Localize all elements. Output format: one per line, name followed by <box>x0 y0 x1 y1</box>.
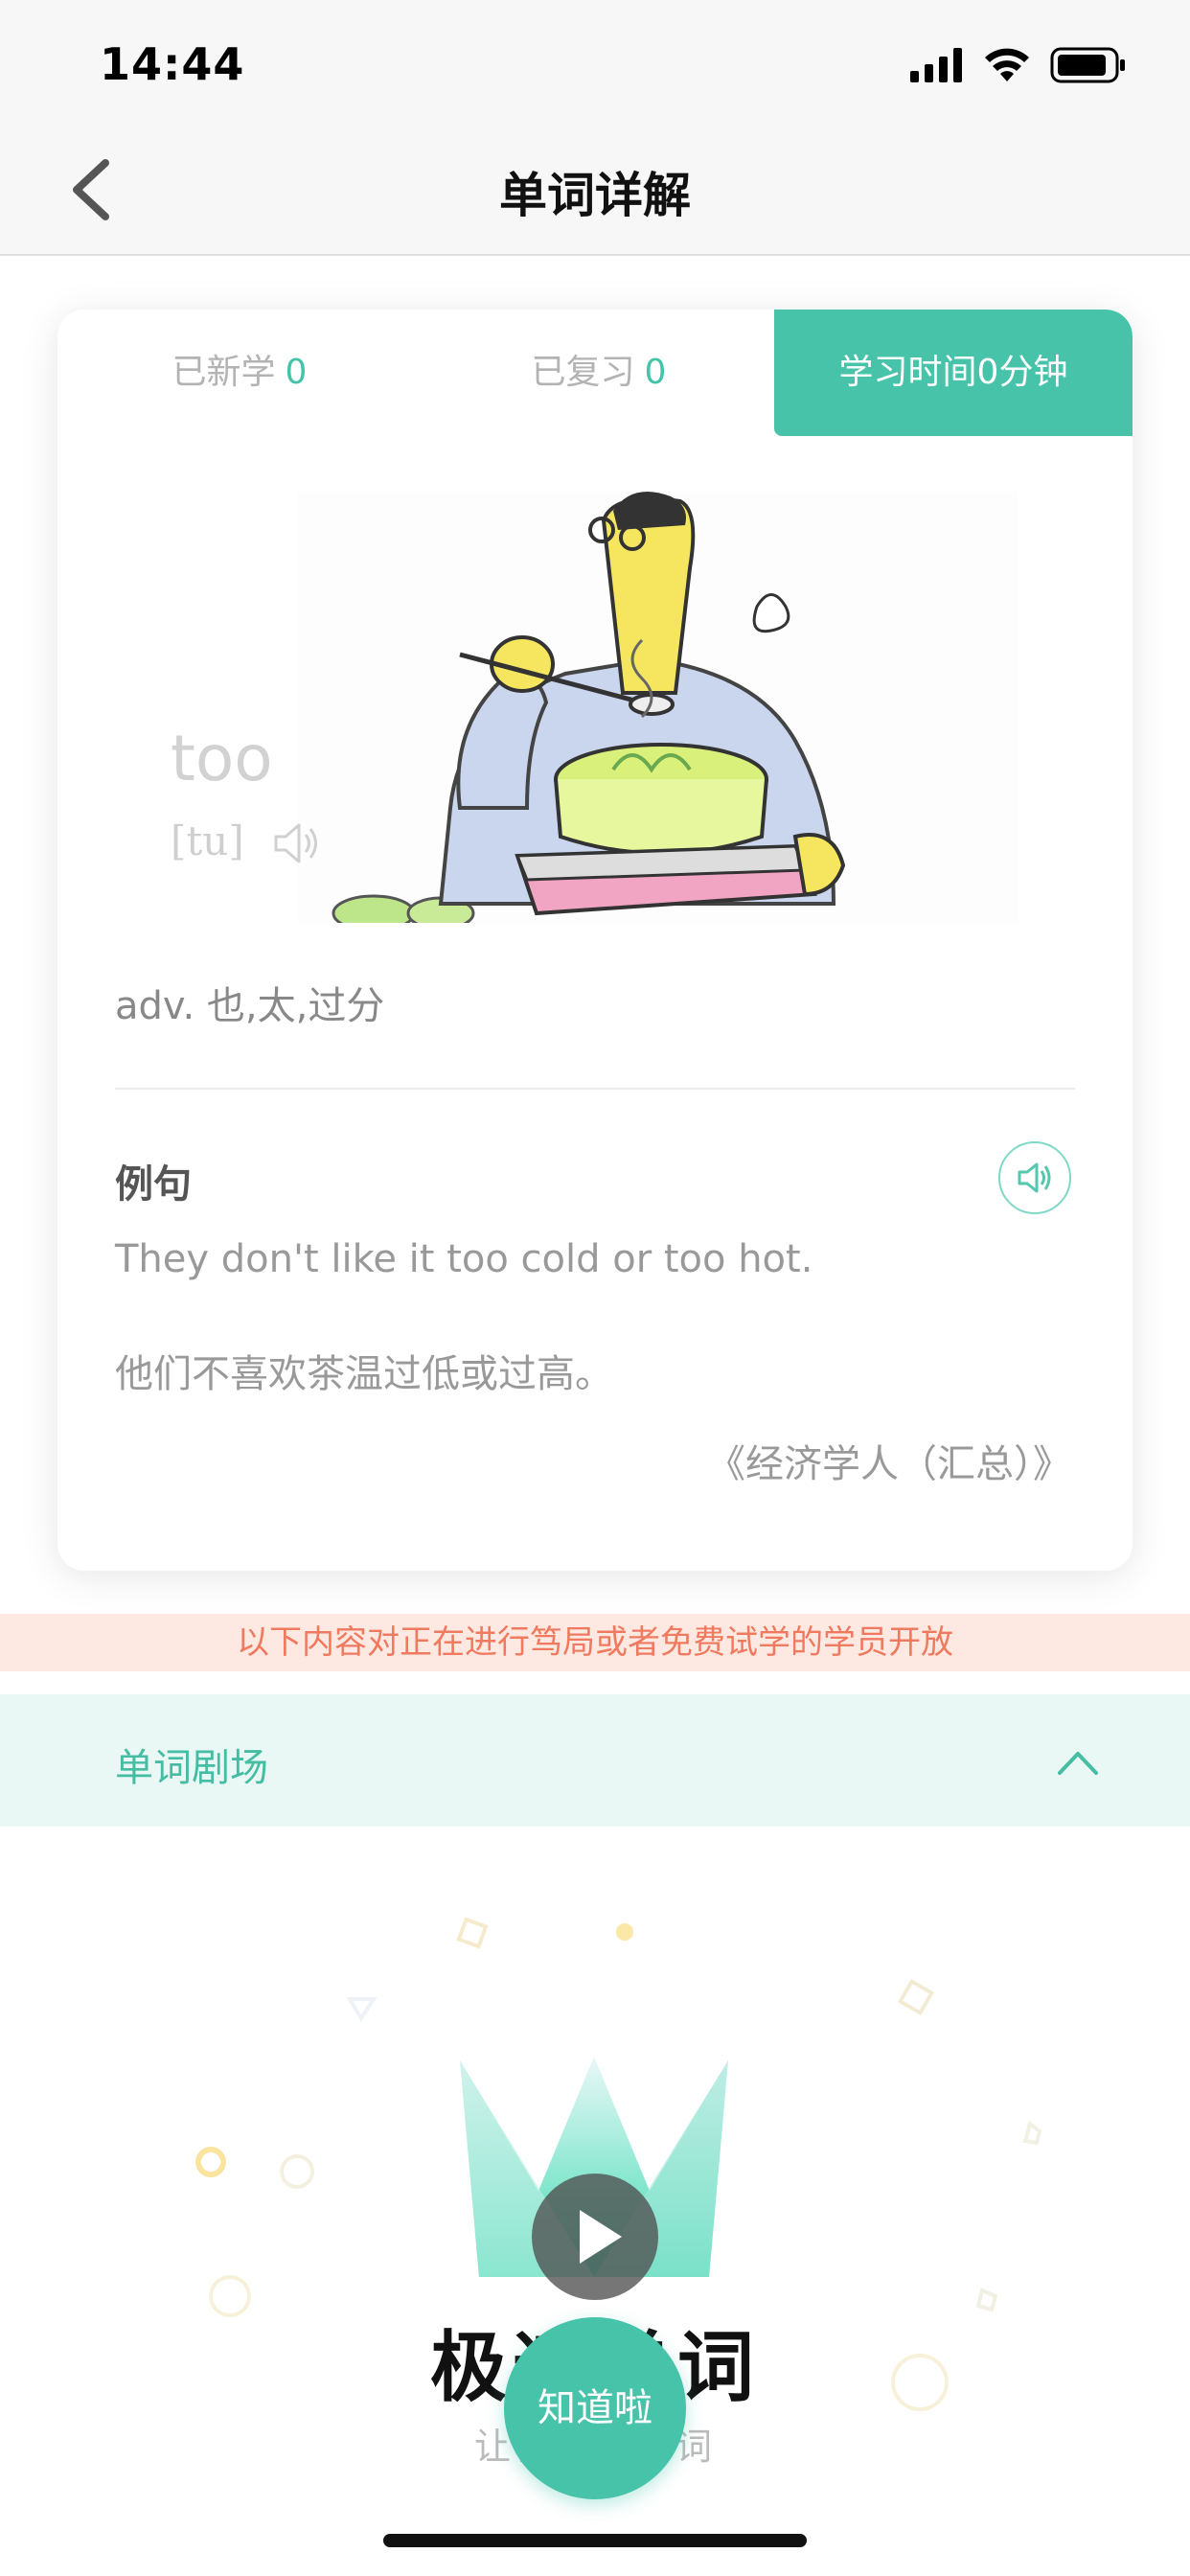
word-phonetic: [tu] <box>171 817 244 864</box>
header: 14:44 单词详解 <box>0 0 1190 256</box>
stat-reviewed: 已复习 0 <box>455 310 743 436</box>
divider <box>115 1088 1075 1090</box>
wifi-icon <box>985 48 1029 81</box>
page-title: 单词详解 <box>499 168 691 223</box>
notice-banner: 以下内容对正在进行笃局或者免费试学的学员开放 <box>0 1614 1190 1671</box>
word-illustration <box>297 492 1018 923</box>
stat-new-label: 已新学 <box>172 353 276 392</box>
word-text: too <box>171 722 273 795</box>
word-theater-toggle[interactable]: 单词剧场 <box>0 1694 1190 1827</box>
example-title: 例句 <box>115 1162 192 1207</box>
got-it-button[interactable]: 知道啦 <box>504 2317 686 2499</box>
word-card: 已新学 0 已复习 0 学习时间0分钟 too [tu] adv. 也,太,过分… <box>57 310 1133 1571</box>
example-source: 《经济学人（汇总）》 <box>707 1442 1071 1486</box>
stat-new-count: 0 <box>285 353 308 392</box>
signal-icon <box>910 48 962 82</box>
home-indicator <box>383 2534 807 2547</box>
example-speaker-button[interactable] <box>998 1141 1071 1214</box>
word-theater-label: 单词剧场 <box>115 1746 268 1790</box>
status-time: 14:44 <box>100 38 245 90</box>
stat-review-label: 已复习 <box>531 353 635 392</box>
chevron-up-icon <box>1058 1752 1098 1775</box>
word-speaker-icon[interactable] <box>270 817 322 869</box>
stats-bar: 已新学 0 已复习 0 学习时间0分钟 <box>57 310 1133 436</box>
example-chinese: 他们不喜欢茶温过低或过高。 <box>115 1352 613 1396</box>
play-icon <box>580 2210 622 2264</box>
example-english: They don't like it too cold or too hot. <box>115 1237 813 1281</box>
stat-new-learned: 已新学 0 <box>96 310 383 436</box>
battery-icon <box>1050 47 1125 83</box>
stat-review-count: 0 <box>644 353 667 392</box>
study-time-badge: 学习时间0分钟 <box>774 310 1133 436</box>
status-icons <box>910 44 1127 86</box>
speaker-icon <box>1018 1162 1051 1193</box>
word-definition: adv. 也,太,过分 <box>115 984 385 1028</box>
play-button[interactable] <box>532 2174 658 2300</box>
